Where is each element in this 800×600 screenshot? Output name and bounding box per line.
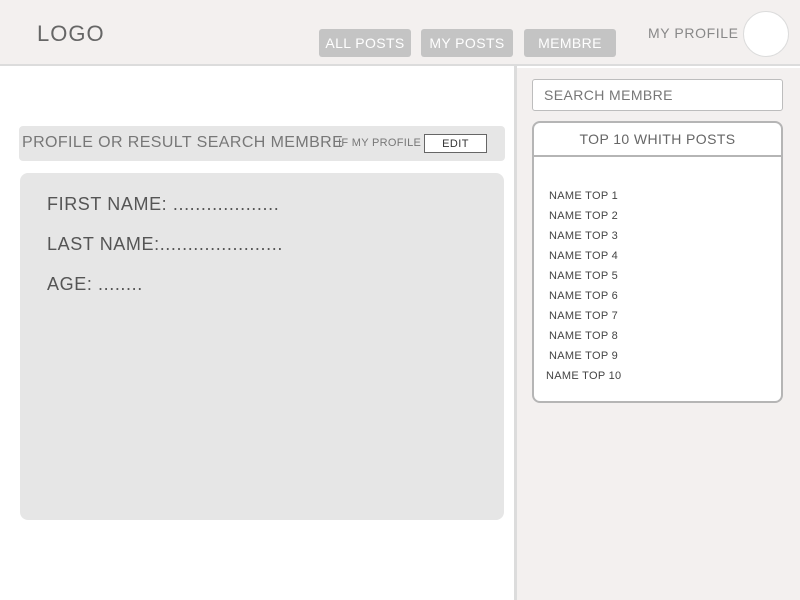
top-poster-item[interactable]: NAME TOP 6 bbox=[549, 286, 621, 306]
top-posters-box: TOP 10 WHITH POSTS NAME TOP 1 NAME TOP 2… bbox=[532, 121, 783, 403]
profile-bar: PROFILE OR RESULT SEARCH MEMBRE IF MY PR… bbox=[19, 126, 505, 161]
my-posts-button[interactable]: MY POSTS bbox=[421, 29, 513, 57]
top-poster-item[interactable]: NAME TOP 1 bbox=[549, 186, 621, 206]
top-poster-item[interactable]: NAME TOP 4 bbox=[549, 246, 621, 266]
if-my-profile-label: IF MY PROFILE bbox=[338, 137, 422, 149]
top-poster-item[interactable]: NAME TOP 5 bbox=[549, 266, 621, 286]
header: LOGO ALL POSTS MY POSTS MEMBRE MY PROFIL… bbox=[0, 0, 800, 66]
top-poster-item[interactable]: NAME TOP 9 bbox=[549, 346, 621, 366]
top-poster-item[interactable]: NAME TOP 3 bbox=[549, 226, 621, 246]
top-poster-item[interactable]: NAME TOP 8 bbox=[549, 326, 621, 346]
top-poster-item[interactable]: NAME TOP 2 bbox=[549, 206, 621, 226]
profile-card: FIRST NAME: ................... LAST NAM… bbox=[20, 173, 504, 520]
top-poster-item[interactable]: NAME TOP 7 bbox=[549, 306, 621, 326]
top-posters-title: TOP 10 WHITH POSTS bbox=[534, 123, 781, 157]
edit-button[interactable]: EDIT bbox=[424, 134, 487, 153]
membre-button[interactable]: MEMBRE bbox=[524, 29, 616, 57]
profile-bar-title: PROFILE OR RESULT SEARCH MEMBRE bbox=[22, 134, 344, 151]
avatar[interactable] bbox=[743, 11, 789, 57]
age-field: AGE: ........ bbox=[47, 274, 143, 294]
logo[interactable]: LOGO bbox=[37, 21, 105, 47]
all-posts-button[interactable]: ALL POSTS bbox=[319, 29, 411, 57]
last-name-field: LAST NAME:...................... bbox=[47, 234, 283, 254]
top-posters-list: NAME TOP 1 NAME TOP 2 NAME TOP 3 NAME TO… bbox=[546, 186, 621, 386]
top-poster-item[interactable]: NAME TOP 10 bbox=[546, 366, 621, 386]
my-profile-link[interactable]: MY PROFILE bbox=[648, 25, 739, 41]
first-name-field: FIRST NAME: ................... bbox=[47, 194, 280, 214]
search-membre-input[interactable] bbox=[532, 79, 783, 111]
